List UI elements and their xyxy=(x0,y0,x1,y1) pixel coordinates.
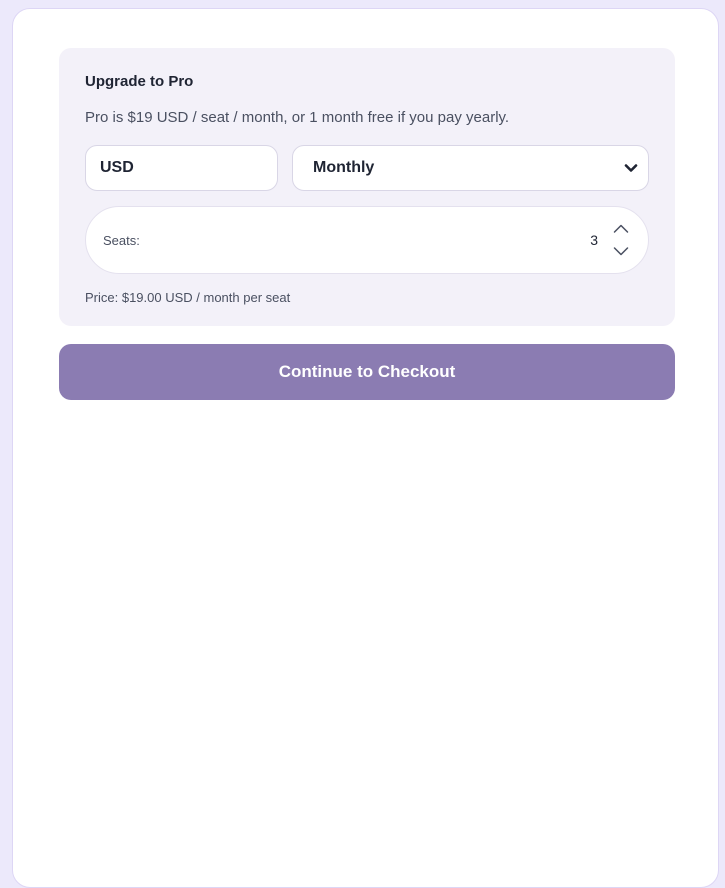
upgrade-panel: Upgrade to Pro Pro is $19 USD / seat / m… xyxy=(59,48,675,326)
upgrade-card: Upgrade to Pro Pro is $19 USD / seat / m… xyxy=(12,8,719,888)
checkout-button-label: Continue to Checkout xyxy=(278,362,456,381)
billing-period-value: Monthly xyxy=(313,159,375,176)
seats-value: 3 xyxy=(590,232,598,248)
stepper-arrows-icon[interactable] xyxy=(612,221,630,259)
pricing-description: Pro is $19 USD / seat / month, or 1 mont… xyxy=(85,109,510,126)
chevron-down-icon xyxy=(624,164,638,172)
currency-field[interactable]: USD xyxy=(85,145,278,191)
continue-to-checkout-button[interactable]: Continue to Checkout xyxy=(59,344,675,400)
panel-title: Upgrade to Pro xyxy=(85,73,194,90)
billing-period-select[interactable]: Monthly xyxy=(292,145,649,191)
seats-label: Seats: xyxy=(103,233,140,248)
currency-value: USD xyxy=(100,159,134,176)
price-summary: Price: $19.00 USD / month per seat xyxy=(85,290,291,305)
seats-input[interactable]: Seats: 3 xyxy=(85,206,649,274)
